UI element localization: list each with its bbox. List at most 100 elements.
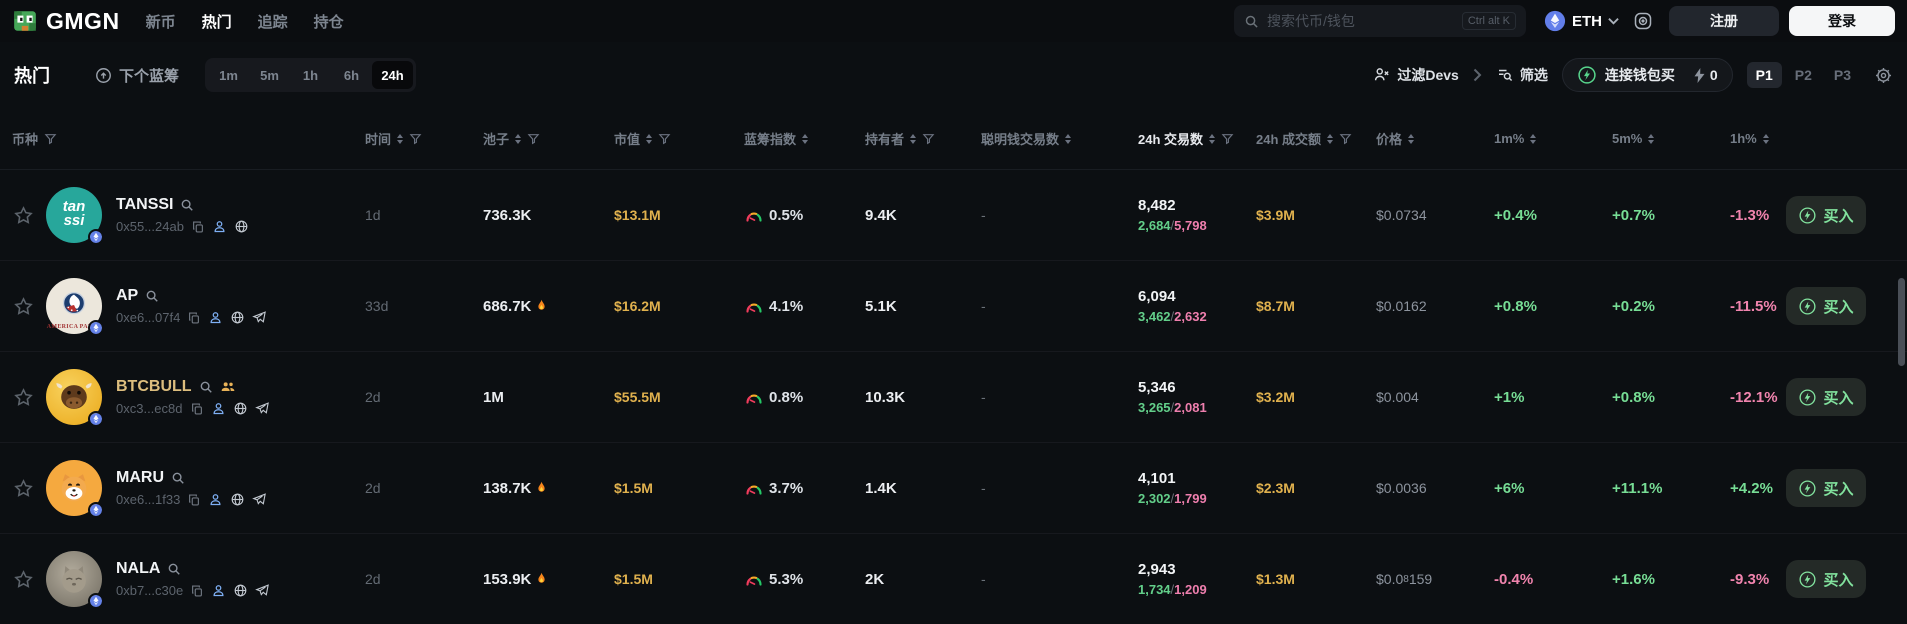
chain-selector[interactable]: ETH <box>1544 10 1619 32</box>
token-avatar[interactable]: tan ssi <box>46 187 104 245</box>
tab-1h[interactable]: 1h <box>290 61 331 89</box>
token-name[interactable]: AP <box>116 287 138 305</box>
column-header-mcap[interactable]: 市值 <box>614 129 744 148</box>
favorite-star-icon[interactable] <box>13 478 34 499</box>
connect-wallet-buy-button[interactable]: 连接钱包买 0 <box>1561 58 1733 92</box>
dev-profile-icon[interactable] <box>208 310 223 325</box>
settings-gear-icon[interactable] <box>1874 66 1893 85</box>
dev-profile-icon[interactable] <box>212 219 227 234</box>
copy-address-icon[interactable] <box>187 311 201 325</box>
favorite-star-icon[interactable] <box>13 387 34 408</box>
column-header-bluechip[interactable]: 蓝筹指数 <box>744 129 865 148</box>
preset-p3-button[interactable]: P3 <box>1825 62 1860 88</box>
token-search-icon[interactable] <box>171 471 185 485</box>
column-header-m5[interactable]: 5m% <box>1612 131 1730 146</box>
buy-button[interactable]: 买入 <box>1786 378 1866 416</box>
nav-item-new[interactable]: 新币 <box>146 11 176 32</box>
token-avatar[interactable]: AMERICA PARTY <box>46 278 104 336</box>
register-button[interactable]: 注册 <box>1669 6 1779 36</box>
token-search-icon[interactable] <box>180 198 194 212</box>
website-globe-icon[interactable] <box>230 492 245 507</box>
sort-arrows-icon <box>397 133 404 144</box>
copy-address-icon[interactable] <box>190 402 204 416</box>
telegram-icon[interactable] <box>255 583 270 598</box>
token-name[interactable]: TANSSI <box>116 196 173 214</box>
login-button[interactable]: 登录 <box>1789 6 1895 36</box>
token-search-icon[interactable] <box>167 562 181 576</box>
website-globe-icon[interactable] <box>230 310 245 325</box>
token-avatar[interactable] <box>46 551 104 609</box>
filter-funnel-icon[interactable] <box>1339 132 1352 145</box>
column-header-holders[interactable]: 持有者 <box>865 129 981 148</box>
filter-button[interactable]: 筛选 <box>1496 65 1548 85</box>
token-address[interactable]: 0xe6...07f4 <box>116 310 180 325</box>
filter-funnel-icon[interactable] <box>658 132 671 145</box>
nav-item-holdings[interactable]: 持仓 <box>314 11 344 32</box>
token-avatar[interactable] <box>46 369 104 427</box>
column-label: 持有者 <box>865 132 905 147</box>
tab-5m[interactable]: 5m <box>249 61 290 89</box>
token-address[interactable]: 0xc3...ec8d <box>116 401 183 416</box>
telegram-icon[interactable] <box>252 492 267 507</box>
telegram-icon[interactable] <box>254 401 270 416</box>
filter-funnel-icon[interactable] <box>922 132 935 145</box>
token-search-icon[interactable] <box>145 289 159 303</box>
tab-6h[interactable]: 6h <box>331 61 372 89</box>
vertical-scrollbar[interactable] <box>1898 278 1905 366</box>
column-header-h1[interactable]: 1h% <box>1730 131 1786 146</box>
pool-cell: 686.7K <box>483 298 614 315</box>
token-address[interactable]: 0xb7...c30e <box>116 583 183 598</box>
filter-devs-button[interactable]: 过滤Devs <box>1373 65 1459 85</box>
settings-target-icon[interactable] <box>1633 11 1653 31</box>
gmgn-logo[interactable]: GMGN <box>12 8 120 35</box>
column-header-m1[interactable]: 1m% <box>1494 131 1612 146</box>
copy-address-icon[interactable] <box>191 220 205 234</box>
token-name[interactable]: NALA <box>116 560 160 578</box>
nav-item-trending[interactable]: 热门 <box>202 11 232 32</box>
copy-address-icon[interactable] <box>187 493 201 507</box>
buy-button[interactable]: 买入 <box>1786 196 1866 234</box>
filter-funnel-icon[interactable] <box>44 132 57 145</box>
column-header-pool[interactable]: 池子 <box>483 129 614 148</box>
token-search-icon[interactable] <box>199 380 213 394</box>
preset-p2-button[interactable]: P2 <box>1786 62 1821 88</box>
token-name[interactable]: MARU <box>116 469 164 487</box>
volume-24h: $1.3M <box>1256 571 1295 587</box>
filter-funnel-icon[interactable] <box>409 132 422 145</box>
column-header-token[interactable]: 币种 <box>0 129 365 148</box>
dev-profile-icon[interactable] <box>211 401 226 416</box>
search-box[interactable]: Ctrl alt K <box>1234 5 1526 37</box>
buy-button[interactable]: 买入 <box>1786 469 1866 507</box>
telegram-icon[interactable] <box>252 310 267 325</box>
table-row: BTCBULL 0xc3...ec8d 2d 1M $55.5M 0.8% 10… <box>0 352 1907 443</box>
tab-24h[interactable]: 24h <box>372 61 414 89</box>
token-address[interactable]: 0xe6...1f33 <box>116 492 180 507</box>
nav-item-track[interactable]: 追踪 <box>258 11 288 32</box>
column-header-price[interactable]: 价格 <box>1376 129 1494 148</box>
favorite-star-icon[interactable] <box>13 569 34 590</box>
favorite-star-icon[interactable] <box>13 296 34 317</box>
filter-funnel-icon[interactable] <box>527 132 540 145</box>
dev-profile-icon[interactable] <box>208 492 223 507</box>
filter-funnel-icon[interactable] <box>1221 132 1234 145</box>
tab-1m[interactable]: 1m <box>208 61 249 89</box>
buy-button[interactable]: 买入 <box>1786 287 1866 325</box>
next-bluechip-tab[interactable]: 下个蓝筹 <box>94 65 179 86</box>
column-header-smart[interactable]: 聪明钱交易数 <box>981 129 1138 148</box>
website-globe-icon[interactable] <box>234 219 249 234</box>
token-age: 2d <box>365 571 381 587</box>
website-globe-icon[interactable] <box>233 401 248 416</box>
column-header-volume[interactable]: 24h 成交额 <box>1256 129 1376 148</box>
column-header-time[interactable]: 时间 <box>365 129 483 148</box>
dev-profile-icon[interactable] <box>211 583 226 598</box>
copy-address-icon[interactable] <box>190 584 204 598</box>
search-input[interactable] <box>1267 13 1454 29</box>
token-name[interactable]: BTCBULL <box>116 378 192 396</box>
token-address[interactable]: 0x55...24ab <box>116 219 184 234</box>
buy-button[interactable]: 买入 <box>1786 560 1866 598</box>
column-header-txs[interactable]: 24h 交易数 <box>1138 129 1256 148</box>
token-avatar[interactable] <box>46 460 104 518</box>
preset-p1-button[interactable]: P1 <box>1746 62 1782 88</box>
website-globe-icon[interactable] <box>233 583 248 598</box>
favorite-star-icon[interactable] <box>13 205 34 226</box>
